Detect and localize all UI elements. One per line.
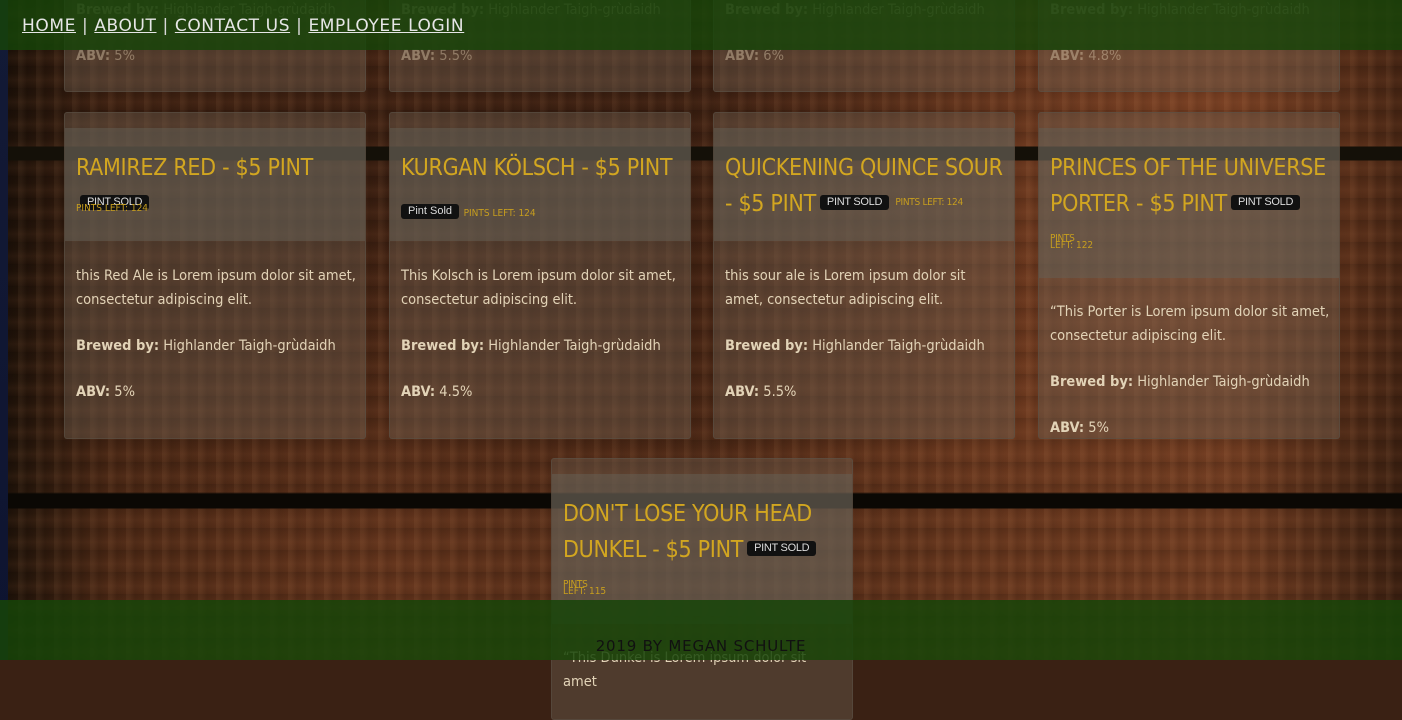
brewer-name: Highlander Taigh-grùdaidh xyxy=(1137,374,1310,390)
beer-description: this sour ale is Lorem ipsum dolor sit a… xyxy=(725,268,966,308)
brewed-by-label: Brewed by: xyxy=(401,338,485,354)
abv-value: 4.5% xyxy=(439,384,473,400)
nav-employee-login-link[interactable]: EMPLOYEE LOGIN xyxy=(308,16,464,36)
pint-sold-button[interactable]: Pint Sold xyxy=(819,195,890,210)
abv-value: 5.5% xyxy=(763,384,797,400)
brewed-by-label: Brewed by: xyxy=(76,338,160,354)
beer-card-kurgan-kolsch: KURGAN KÖLSCH - $5 PINT Pint Sold PINTS … xyxy=(389,112,691,439)
beer-card-ramirez-red: RAMIREZ RED - $5 PINTPint Sold PINTS LEF… xyxy=(64,112,366,439)
brewed-by-label: Brewed by: xyxy=(725,338,809,354)
brewer-name: Highlander Taigh-grùdaidh xyxy=(163,338,336,354)
abv-value: 5.5% xyxy=(439,48,473,64)
pints-left: PINTS LEFT: 124 xyxy=(463,208,536,219)
beer-description: This Kolsch is Lorem ipsum dolor sit ame… xyxy=(401,268,676,308)
footer-copyright: 2019 BY MEGAN SCHULTE xyxy=(595,637,807,655)
abv-value: 4.8% xyxy=(1088,48,1122,64)
nav-separator: | xyxy=(296,16,303,36)
abv-label: ABV: xyxy=(401,48,436,64)
footer: 2019 BY MEGAN SCHULTE xyxy=(0,600,1402,660)
abv-label: ABV: xyxy=(76,384,111,400)
abv-label: ABV: xyxy=(76,48,111,64)
beer-title: QUICKENING QUINCE SOUR - $5 PINT Pint Sol… xyxy=(725,155,1003,217)
nav-separator: | xyxy=(162,16,169,36)
beer-title: KURGAN KÖLSCH - $5 PINT xyxy=(401,155,673,181)
abv-value: 5% xyxy=(114,384,135,400)
card-header: KURGAN KÖLSCH - $5 PINT Pint Sold PINTS … xyxy=(390,128,690,241)
beer-description: this Red Ale is Lorem ipsum dolor sit am… xyxy=(76,268,356,308)
pints-left: LEFT: 122 xyxy=(1050,240,1094,251)
pint-sold-button[interactable]: Pint Sold xyxy=(401,204,460,219)
brewed-by-label: Brewed by: xyxy=(1050,374,1134,390)
brewer-name: Highlander Taigh-grùdaidh xyxy=(812,338,985,354)
abv-value: 6% xyxy=(763,48,784,64)
beer-card-princes-porter: PRINCES OF THE UNIVERSE PORTER - $5 PINT… xyxy=(1038,112,1340,439)
pints-left: PINTS LEFT: 124 xyxy=(895,196,963,208)
abv-label: ABV: xyxy=(1050,48,1085,64)
nav-home-link[interactable]: HOME xyxy=(22,16,76,36)
nav-about-link[interactable]: ABOUT xyxy=(94,16,156,36)
nav-separator: | xyxy=(81,16,89,36)
card-header: PRINCES OF THE UNIVERSE PORTER - $5 PINT… xyxy=(1039,128,1339,278)
beer-card-quince-sour: QUICKENING QUINCE SOUR - $5 PINT Pint Sol… xyxy=(713,112,1015,439)
abv-label: ABV: xyxy=(401,384,436,400)
beer-card-dunkel: DON'T LOSE YOUR HEAD DUNKEL - $5 PINT Pin… xyxy=(551,458,853,720)
pint-sold-button[interactable]: Pint Sold xyxy=(1230,195,1301,210)
abv-value: 5% xyxy=(1088,420,1109,436)
nav-contact-link[interactable]: CONTACT US xyxy=(175,16,290,36)
pints-left: LEFT: 115 xyxy=(563,586,607,597)
brewer-name: Highlander Taigh-grùdaidh xyxy=(488,338,661,354)
abv-value: 5% xyxy=(114,48,135,64)
top-navigation: HOME | ABOUT | CONTACT US | EMPLOYEE LOGIN xyxy=(0,0,1402,50)
abv-label: ABV: xyxy=(1050,420,1085,436)
pints-left: PINTS LEFT: 124 xyxy=(76,203,149,214)
abv-label: ABV: xyxy=(725,48,760,64)
card-header: RAMIREZ RED - $5 PINTPint Sold PINTS LEF… xyxy=(65,128,365,241)
card-header: QUICKENING QUINCE SOUR - $5 PINT Pint Sol… xyxy=(714,128,1014,241)
pint-sold-button[interactable]: Pint Sold xyxy=(747,541,817,556)
beer-description: “This Porter is Lorem ipsum dolor sit am… xyxy=(1050,304,1330,344)
abv-label: ABV: xyxy=(725,384,760,400)
